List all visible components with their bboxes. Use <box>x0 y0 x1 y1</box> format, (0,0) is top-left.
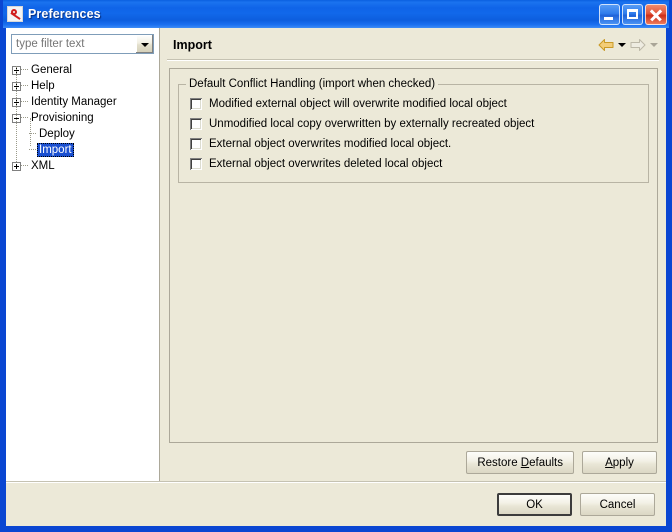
tree-item-label: Identity Manager <box>29 95 119 109</box>
tree-item-label: Deploy <box>37 127 77 141</box>
page-title: Import <box>173 38 598 52</box>
checkbox-row[interactable]: External object overwrites deleted local… <box>185 154 642 174</box>
restore-defaults-label: Restore Defaults <box>477 457 563 469</box>
back-arrow-icon[interactable] <box>598 38 614 52</box>
ok-button[interactable]: OK <box>497 493 572 516</box>
checkbox-input[interactable] <box>190 98 202 110</box>
tree-expand-icon[interactable] <box>12 162 21 171</box>
tree-item[interactable]: Deploy <box>6 126 159 142</box>
dialog-footer: OK Cancel <box>6 483 666 526</box>
tree-item-label: Provisioning <box>29 111 96 125</box>
preferences-app-icon <box>7 6 23 22</box>
tree-item-label: General <box>29 63 74 77</box>
window-title: Preferences <box>28 7 101 21</box>
window-controls <box>599 4 667 25</box>
tree-toggle-spacer <box>20 130 29 139</box>
tree-connector <box>21 85 28 87</box>
filter-combo[interactable] <box>11 34 154 54</box>
checkbox-input[interactable] <box>190 138 202 150</box>
page-content: Default Conflict Handling (import when c… <box>169 68 658 443</box>
dialog-main: General Help Identity Manager Provisioning D… <box>6 28 666 481</box>
checkbox-row[interactable]: External object overwrites modified loca… <box>185 134 642 154</box>
close-button[interactable] <box>645 4 667 25</box>
checkbox-row[interactable]: Modified external object will overwrite … <box>185 94 642 114</box>
dialog-body: General Help Identity Manager Provisioning D… <box>6 28 666 526</box>
checkbox-label: External object overwrites deleted local… <box>209 157 442 171</box>
conflict-handling-legend: Default Conflict Handling (import when c… <box>186 78 438 90</box>
checkbox-label: Modified external object will overwrite … <box>209 97 507 111</box>
tree-connector <box>21 101 28 103</box>
tree-item[interactable]: Provisioning <box>6 110 159 126</box>
navigation-panel: General Help Identity Manager Provisioning D… <box>6 28 160 481</box>
forward-history-chevron-down-icon <box>650 43 658 47</box>
tree-item[interactable]: Identity Manager <box>6 94 159 110</box>
filter-container <box>6 28 159 58</box>
checkbox-label: Unmodified local copy overwritten by ext… <box>209 117 534 131</box>
apply-button[interactable]: Apply <box>582 451 657 474</box>
header-divider <box>167 59 659 61</box>
history-nav <box>598 38 658 52</box>
tree-connector <box>29 149 36 151</box>
apply-label: Apply <box>605 457 634 469</box>
tree-item[interactable]: Import <box>6 142 159 158</box>
tree-item-label: XML <box>29 159 57 173</box>
tree-item[interactable]: General <box>6 62 159 78</box>
preferences-window: Preferences GeneralHelpIdentity Ma <box>0 0 672 532</box>
checkbox-row[interactable]: Unmodified local copy overwritten by ext… <box>185 114 642 134</box>
maximize-button[interactable] <box>622 4 643 25</box>
search-input[interactable] <box>12 35 135 53</box>
checkbox-label: External object overwrites modified loca… <box>209 137 451 151</box>
chevron-down-icon[interactable] <box>135 35 153 53</box>
tree-trunk-line <box>16 66 18 162</box>
cancel-button[interactable]: Cancel <box>580 493 655 516</box>
tree-branch-line <box>30 118 32 146</box>
tree-item-label: Import <box>37 143 74 157</box>
tree-item[interactable]: XML <box>6 158 159 174</box>
restore-defaults-button[interactable]: Restore Defaults <box>466 451 574 474</box>
tree-toggle-spacer <box>20 146 29 155</box>
forward-arrow-icon <box>630 38 646 52</box>
title-bar-left: Preferences <box>7 6 599 22</box>
title-bar: Preferences <box>3 0 669 28</box>
checkbox-input[interactable] <box>190 158 202 170</box>
page-action-buttons: Restore Defaults Apply <box>160 443 666 481</box>
preference-page: Import <box>160 28 666 481</box>
tree-connector <box>21 165 28 167</box>
checkbox-input[interactable] <box>190 118 202 130</box>
page-header: Import <box>160 28 666 55</box>
tree-connector <box>21 117 28 119</box>
tree-item[interactable]: Help <box>6 78 159 94</box>
minimize-button[interactable] <box>599 4 620 25</box>
back-history-chevron-down-icon[interactable] <box>618 43 626 47</box>
conflict-handling-group: Default Conflict Handling (import when c… <box>178 78 649 183</box>
tree-connector <box>21 69 28 71</box>
tree-item-label: Help <box>29 79 57 93</box>
preference-tree[interactable]: General Help Identity Manager Provisioning D… <box>6 58 159 481</box>
conflict-handling-options: Modified external object will overwrite … <box>185 94 642 174</box>
